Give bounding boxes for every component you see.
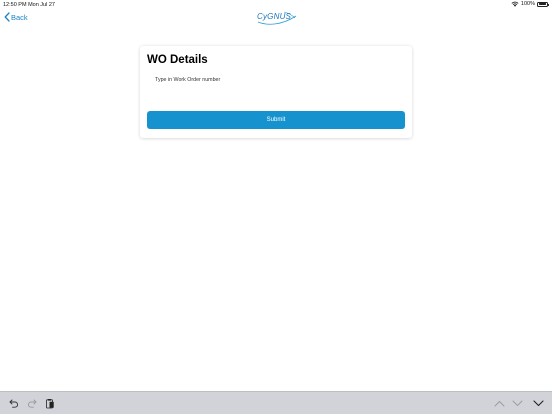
paste-button[interactable] xyxy=(43,397,57,410)
undo-button[interactable] xyxy=(7,397,21,410)
status-bar: 12:50 PM Mon Jul 27 100% xyxy=(0,0,552,9)
status-time-date: 12:50 PM Mon Jul 27 xyxy=(3,1,55,8)
paste-icon xyxy=(45,398,55,409)
battery-percent: 100% xyxy=(520,1,535,7)
logo-text: CyGNUS xyxy=(257,12,292,21)
chevron-left-icon xyxy=(4,12,11,22)
app-logo: CyGNUS xyxy=(254,9,298,27)
submit-button[interactable]: Submit xyxy=(147,111,405,129)
navigation-bar: Back CyGNUS xyxy=(0,9,552,27)
redo-icon xyxy=(27,399,37,408)
chevron-down-icon xyxy=(512,400,523,407)
status-right: 100% xyxy=(511,1,549,7)
page-title: WO Details xyxy=(147,54,208,66)
wo-details-card: WO Details Submit xyxy=(140,46,412,138)
dismiss-keyboard-icon xyxy=(532,400,544,407)
chevron-up-icon xyxy=(494,400,505,407)
redo-button[interactable] xyxy=(25,397,39,410)
undo-icon xyxy=(9,399,19,408)
wifi-icon xyxy=(511,1,519,7)
screen: 12:50 PM Mon Jul 27 100% Back CyGNUS WO … xyxy=(0,0,552,414)
keyboard-shortcut-bar xyxy=(0,391,552,414)
previous-field-button[interactable] xyxy=(492,397,506,410)
next-field-button[interactable] xyxy=(510,397,524,410)
dismiss-keyboard-button[interactable] xyxy=(531,397,545,410)
back-label: Back xyxy=(11,12,28,22)
battery-icon xyxy=(537,1,549,7)
work-order-input[interactable] xyxy=(148,73,403,87)
back-button[interactable]: Back xyxy=(4,12,28,22)
